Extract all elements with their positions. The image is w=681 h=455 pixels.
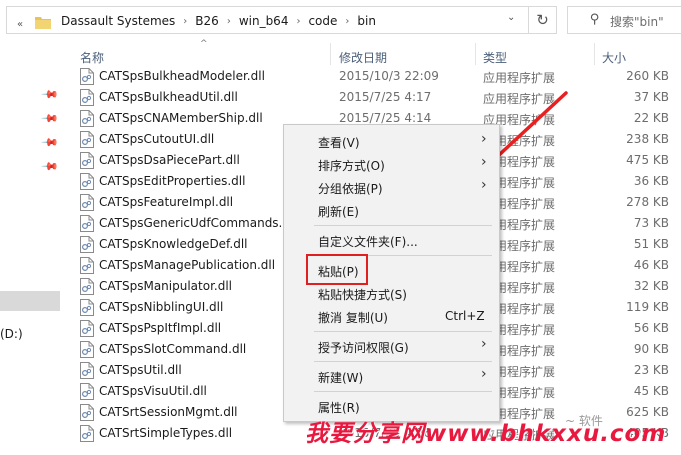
menu-separator (314, 225, 492, 226)
submenu-arrow-icon: › (481, 366, 487, 382)
menu-separator (314, 361, 492, 362)
menu-item-label: 查看(V) (318, 136, 360, 150)
menu-item-label: 撤消 复制(U) (318, 311, 388, 325)
submenu-arrow-icon: › (481, 177, 487, 193)
menu-item-view[interactable]: 查看(V) › (284, 130, 499, 152)
menu-item-label: 粘贴快捷方式(S) (318, 288, 407, 302)
paste-highlight-box (306, 254, 368, 285)
menu-item-sort[interactable]: 排序方式(O) › (284, 153, 499, 175)
menu-item-undo-copy[interactable]: 撤消 复制(U) Ctrl+Z (284, 305, 499, 327)
menu-item-refresh[interactable]: 刷新(E) (284, 199, 499, 221)
menu-item-new[interactable]: 新建(W) › (284, 365, 499, 387)
menu-item-shortcut: Ctrl+Z (445, 309, 485, 323)
menu-item-label: 分组依据(P) (318, 182, 383, 196)
menu-item-label: 新建(W) (318, 371, 364, 385)
menu-item-customize[interactable]: 自定义文件夹(F)... (284, 229, 499, 251)
menu-item-label: 刷新(E) (318, 205, 359, 219)
menu-item-group[interactable]: 分组依据(P) › (284, 176, 499, 198)
watermark-text: 我要分享网www.bhkxxu.com (305, 421, 667, 447)
submenu-arrow-icon: › (481, 154, 487, 170)
submenu-arrow-icon: › (481, 336, 487, 352)
menu-item-paste-shortcut[interactable]: 粘贴快捷方式(S) (284, 282, 499, 304)
menu-item-label: 排序方式(O) (318, 159, 385, 173)
menu-separator (314, 331, 492, 332)
menu-item-give-access[interactable]: 授予访问权限(G) › (284, 335, 499, 357)
submenu-arrow-icon: › (481, 131, 487, 147)
context-menu: 查看(V) › 排序方式(O) › 分组依据(P) › 刷新(E) 自定义文件夹… (283, 124, 500, 422)
menu-item-label: 自定义文件夹(F)... (318, 235, 418, 249)
menu-separator (314, 391, 492, 392)
menu-item-label: 授予访问权限(G) (318, 341, 409, 355)
